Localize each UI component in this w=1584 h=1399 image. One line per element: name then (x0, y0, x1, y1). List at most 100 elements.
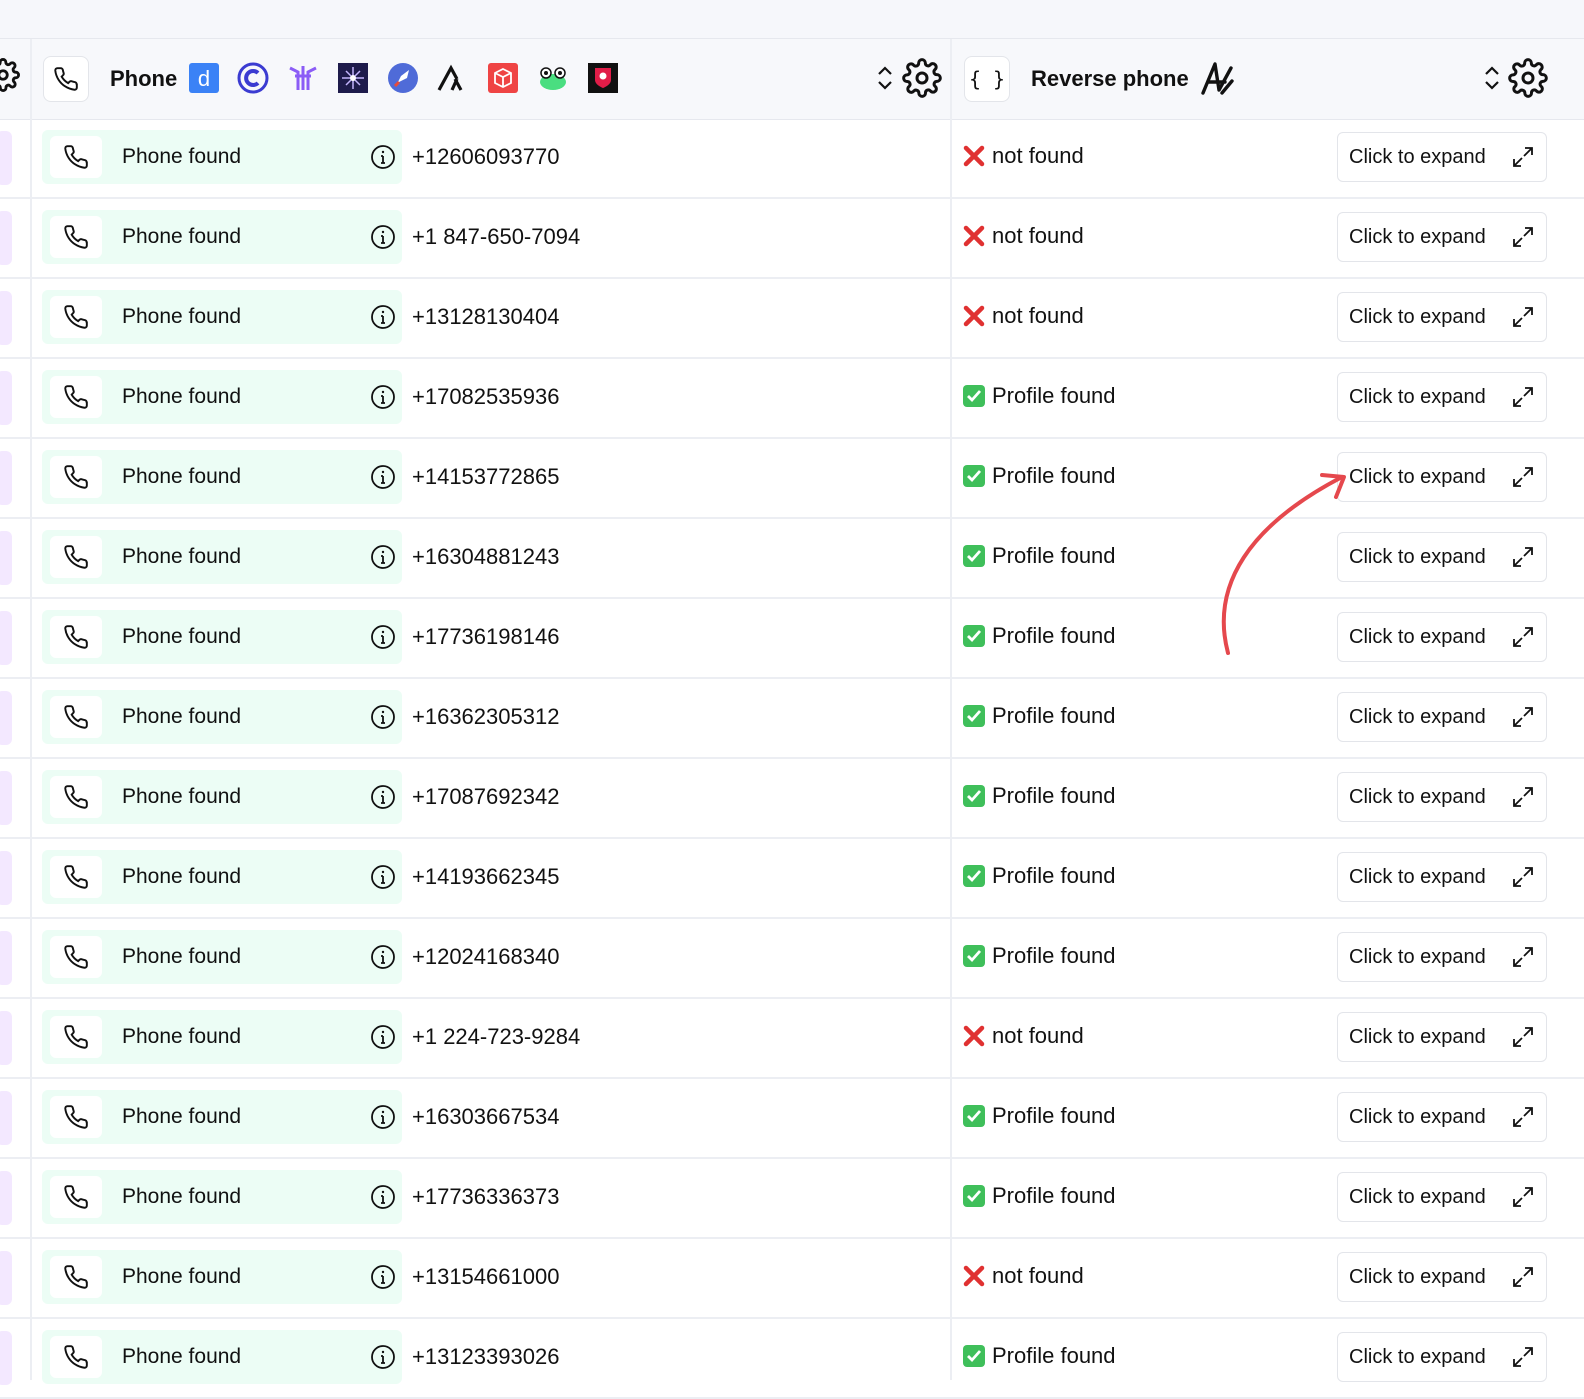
expand-button[interactable]: Click to expand (1337, 292, 1547, 342)
expand-button[interactable]: Click to expand (1337, 132, 1547, 182)
row-selector[interactable] (0, 1171, 12, 1225)
expand-button[interactable]: Click to expand (1337, 1092, 1547, 1142)
table-row[interactable]: Phone found +16303667534 Profile found Clic… (0, 1079, 1584, 1159)
row-selector[interactable] (0, 931, 12, 985)
row-selector[interactable] (0, 451, 12, 505)
gear-icon[interactable] (0, 58, 20, 92)
expand-icon (1511, 545, 1535, 569)
table-row[interactable]: Phone found +1 847-650-7094 not found Click… (0, 199, 1584, 279)
phone-status-cell[interactable]: Phone found (42, 1010, 402, 1064)
expand-button-label: Click to expand (1349, 786, 1486, 808)
info-icon[interactable] (370, 1264, 396, 1290)
phone-status-cell[interactable]: Phone found (42, 530, 402, 584)
info-icon[interactable] (370, 624, 396, 650)
table-row[interactable]: Phone found +17082535936 Profile found Clic… (0, 359, 1584, 439)
info-icon[interactable] (370, 464, 396, 490)
reverse-status-label: Profile found (992, 543, 1116, 568)
phone-status-cell[interactable]: Phone found (42, 610, 402, 664)
table-row[interactable]: Phone found +13128130404 not found Click to… (0, 279, 1584, 359)
expand-icon (1511, 1265, 1535, 1289)
phone-status-cell[interactable]: Phone found (42, 930, 402, 984)
info-icon[interactable] (370, 1184, 396, 1210)
phone-status-cell[interactable]: Phone found (42, 210, 402, 264)
table-row[interactable]: Phone found +17736336373 Profile found Clic… (0, 1159, 1584, 1239)
expand-button[interactable]: Click to expand (1337, 612, 1547, 662)
table-row[interactable]: Phone found +12606093770 not found Click to… (0, 119, 1584, 199)
reverse-status: Profile found (962, 1103, 1116, 1129)
row-selector[interactable] (0, 211, 12, 265)
expand-button[interactable]: Click to expand (1337, 1012, 1547, 1062)
expand-icon (1511, 225, 1535, 249)
expand-button[interactable]: Click to expand (1337, 532, 1547, 582)
phone-column-title: Phone (110, 66, 178, 91)
info-icon[interactable] (370, 384, 396, 410)
info-icon[interactable] (370, 1104, 396, 1130)
info-icon[interactable] (370, 704, 396, 730)
info-icon[interactable] (370, 864, 396, 890)
expand-button[interactable]: Click to expand (1337, 772, 1547, 822)
phone-status-cell[interactable]: Phone found (42, 130, 402, 184)
info-icon[interactable] (370, 224, 396, 250)
sort-icon[interactable] (1482, 64, 1502, 92)
phone-status-cell[interactable]: Phone found (42, 1090, 402, 1144)
gear-icon[interactable] (902, 58, 942, 98)
reverse-status-label: Profile found (992, 383, 1116, 408)
expand-icon (1511, 865, 1535, 889)
phone-status-cell[interactable]: Phone found (42, 370, 402, 424)
row-selector[interactable] (0, 691, 12, 745)
expand-button[interactable]: Click to expand (1337, 452, 1547, 502)
expand-button[interactable]: Click to expand (1337, 1252, 1547, 1302)
expand-button-label: Click to expand (1349, 866, 1486, 888)
phone-status-cell[interactable]: Phone found (42, 1170, 402, 1224)
reverse-column-type-button[interactable]: { } (964, 56, 1010, 102)
table-row[interactable]: Phone found +17087692342 Profile found Clic… (0, 759, 1584, 839)
table-row[interactable]: Phone found +12024168340 Profile found Clic… (0, 919, 1584, 999)
row-selector[interactable] (0, 1011, 12, 1065)
gear-icon[interactable] (1508, 58, 1548, 98)
row-selector[interactable] (0, 531, 12, 585)
row-selector[interactable] (0, 1251, 12, 1305)
expand-button[interactable]: Click to expand (1337, 932, 1547, 982)
row-selector[interactable] (0, 851, 12, 905)
row-selector[interactable] (0, 1331, 12, 1385)
expand-button[interactable]: Click to expand (1337, 1332, 1547, 1382)
table-row[interactable]: Phone found +1 224-723-9284 not found Click… (0, 999, 1584, 1079)
info-icon[interactable] (370, 144, 396, 170)
info-icon[interactable] (370, 544, 396, 570)
table-row[interactable]: Phone found +16362305312 Profile found Clic… (0, 679, 1584, 759)
info-icon[interactable] (370, 1344, 396, 1370)
row-selector[interactable] (0, 131, 12, 185)
row-selector[interactable] (0, 771, 12, 825)
expand-button[interactable]: Click to expand (1337, 372, 1547, 422)
phone-status-cell[interactable]: Phone found (42, 850, 402, 904)
svg-text:d: d (198, 66, 210, 91)
table-row[interactable]: Phone found +13154661000 not found Click to… (0, 1239, 1584, 1319)
table-row[interactable]: Phone found +14193662345 Profile found Clic… (0, 839, 1584, 919)
phone-status-cell[interactable]: Phone found (42, 690, 402, 744)
info-icon[interactable] (370, 784, 396, 810)
phone-status-cell[interactable]: Phone found (42, 290, 402, 344)
expand-icon (1511, 145, 1535, 169)
expand-button[interactable]: Click to expand (1337, 212, 1547, 262)
check-icon (962, 1104, 986, 1128)
info-icon[interactable] (370, 944, 396, 970)
expand-button[interactable]: Click to expand (1337, 692, 1547, 742)
row-selector[interactable] (0, 611, 12, 665)
phone-status-cell[interactable]: Phone found (42, 1250, 402, 1304)
phone-status-label: Phone found (122, 1025, 242, 1048)
expand-button[interactable]: Click to expand (1337, 1172, 1547, 1222)
row-selector[interactable] (0, 291, 12, 345)
info-icon[interactable] (370, 1024, 396, 1050)
info-icon[interactable] (370, 304, 396, 330)
phone-status-cell[interactable]: Phone found (42, 770, 402, 824)
sort-icon[interactable] (875, 64, 895, 92)
phone-status-cell[interactable]: Phone found (42, 1330, 402, 1384)
row-selector[interactable] (0, 371, 12, 425)
phone-column-type-button[interactable] (43, 56, 89, 102)
phone-icon (50, 776, 102, 818)
phone-status-cell[interactable]: Phone found (42, 450, 402, 504)
expand-button[interactable]: Click to expand (1337, 852, 1547, 902)
expand-icon (1511, 1025, 1535, 1049)
row-selector[interactable] (0, 1091, 12, 1145)
table-row[interactable]: Phone found +13123393026 Profile found Clic… (0, 1319, 1584, 1399)
